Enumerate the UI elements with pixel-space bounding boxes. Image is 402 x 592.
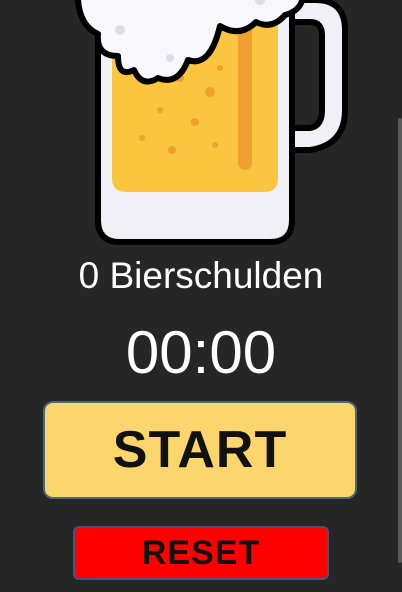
reset-button[interactable]: RESET [73, 526, 329, 580]
beer-debt-count: 0 Bierschulden [78, 255, 324, 296]
beer-mug-icon [74, 0, 348, 245]
start-button[interactable]: START [43, 401, 357, 499]
scrollbar[interactable] [398, 118, 402, 563]
timer-display: 00:00 [125, 319, 277, 386]
app-screen: 0 Bierschulden 00:00 START RESET [0, 0, 402, 592]
